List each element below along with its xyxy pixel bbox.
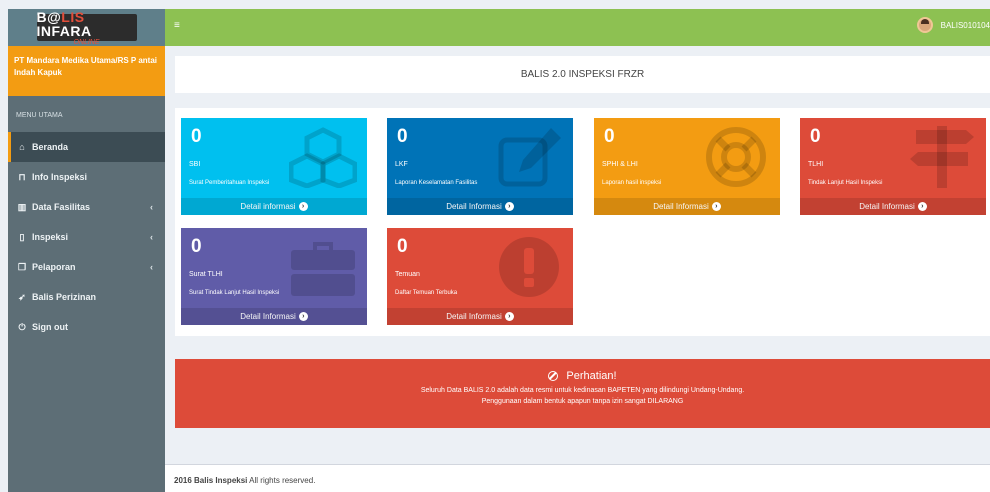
cubes-icon <box>289 127 357 188</box>
bookmark-icon: ⊓ <box>18 171 26 182</box>
card-code: Surat TLHI <box>189 271 223 278</box>
warning-alert: Perhatian! Seluruh Data BALIS 2.0 adalah… <box>175 359 990 428</box>
card-code: LKF <box>395 161 408 168</box>
info-card-sphi-lhi: 0 SPHI & LHI Laporan hasil inspeksi Deta… <box>594 118 780 215</box>
ban-icon <box>548 371 559 381</box>
organization-name: PT Mandara Medika Utama/RS P antai Indah… <box>8 46 165 96</box>
card-description: Surat Tindak Lanjut Hasil Inspeksi <box>189 290 280 296</box>
card-detail-link[interactable]: Detail informasi › <box>181 198 367 215</box>
sidebar-item-inspeksi[interactable]: ▯ Inspeksi ‹ <box>8 222 165 252</box>
card-detail-link[interactable]: Detail Informasi › <box>387 308 573 325</box>
chevron-left-icon: ‹ <box>150 202 153 212</box>
sidebar-item-sign-out[interactable]: ⏻ Sign out <box>8 312 165 342</box>
sidebar-item-label: Pelaporan <box>32 262 76 272</box>
life-ring-icon <box>706 127 766 187</box>
card-count: 0 <box>397 236 408 257</box>
map-icon: ▯ <box>19 231 25 242</box>
logo-subtext: ONLINE <box>73 38 100 46</box>
card-description: Tindak Lanjut Hasil Inspeksi <box>808 180 883 186</box>
arrow-circle-right-icon: › <box>298 312 308 321</box>
power-icon: ⏻ <box>18 321 26 332</box>
menu-toggle-icon[interactable]: ≡ <box>174 20 180 31</box>
footer-rights: All rights reserved. <box>247 476 316 485</box>
arrow-circle-right-icon: › <box>504 202 514 211</box>
alert-message-line-1: Seluruh Data BALIS 2.0 adalah data resmi… <box>420 387 745 394</box>
menu-header: MENU UTAMA <box>16 112 63 119</box>
avatar <box>916 17 933 33</box>
sidebar: B@LIS INFARA ONLINE PT Mandara Medika Ut… <box>8 9 165 492</box>
arrow-circle-right-icon: › <box>298 202 308 211</box>
sidebar-item-data-fasilitas[interactable]: ▥ Data Fasilitas ‹ <box>8 192 165 222</box>
sidebar-item-beranda[interactable]: ⌂ Beranda <box>8 132 165 162</box>
card-description: Laporan Keselamatan Fasilitas <box>395 180 478 186</box>
footer-brand[interactable]: Balis Inspeksi <box>194 476 247 485</box>
card-count: 0 <box>191 126 202 147</box>
signpost-icon <box>910 126 974 188</box>
app-logo[interactable]: B@LIS INFARA ONLINE <box>36 10 137 46</box>
card-link-label: Detail Informasi <box>446 202 502 211</box>
info-card-lkf: 0 LKF Laporan Keselamatan Fasilitas Deta… <box>387 118 573 215</box>
card-count: 0 <box>604 126 615 147</box>
sidebar-item-pelaporan[interactable]: ❐ Pelaporan ‹ <box>8 252 165 282</box>
info-card-sbi: 0 SBI Surat Pemberitahuan Inspeksi Detai… <box>181 118 367 215</box>
sidebar-item-label: Beranda <box>32 142 69 152</box>
card-link-label: Detail informasi <box>240 202 296 211</box>
card-link-label: Detail Informasi <box>653 202 709 211</box>
sidebar-item-label: Data Fasilitas <box>32 202 91 212</box>
arrow-circle-right-icon: › <box>504 312 514 321</box>
card-code: TLHI <box>808 161 824 168</box>
logo-text-c: INFARA <box>36 22 92 39</box>
card-code: SBI <box>189 161 201 168</box>
card-description: Surat Pemberitahuan Inspeksi <box>189 180 270 186</box>
sidebar-item-info-inspeksi[interactable]: ⊓ Info Inspeksi <box>8 162 165 192</box>
top-navbar: ≡ BALIS010104 <box>165 9 990 46</box>
briefcase-icon <box>291 242 355 296</box>
sidebar-item-label: Info Inspeksi <box>32 172 88 182</box>
info-card-surat-tlhi: 0 Surat TLHI Surat Tindak Lanjut Hasil I… <box>181 228 367 325</box>
copy-icon: ❐ <box>17 261 27 272</box>
alert-title-row: Perhatian! <box>175 370 990 382</box>
arrow-circle-right-icon: › <box>711 202 721 211</box>
page-title: BALIS 2.0 INSPEKSI FRZR <box>520 69 645 80</box>
card-link-label: Detail Informasi <box>859 202 915 211</box>
card-code: SPHI & LHI <box>602 161 638 168</box>
card-link-label: Detail Informasi <box>240 312 296 321</box>
sidebar-item-balis-perizinan[interactable]: ➶ Balis Perizinan <box>8 282 165 312</box>
card-count: 0 <box>810 126 821 147</box>
alert-title: Perhatian! <box>566 370 617 382</box>
dashboard-panel: 0 SBI Surat Pemberitahuan Inspeksi Detai… <box>175 108 990 336</box>
page-footer: 2016 Balis Inspeksi All rights reserved. <box>165 464 990 492</box>
card-detail-link[interactable]: Detail Informasi › <box>387 198 573 215</box>
card-detail-link[interactable]: Detail Informasi › <box>800 198 986 215</box>
card-detail-link[interactable]: Detail Informasi › <box>181 308 367 325</box>
home-icon: ⌂ <box>19 142 25 152</box>
card-detail-link[interactable]: Detail Informasi › <box>594 198 780 215</box>
logo-area[interactable]: B@LIS INFARA ONLINE <box>8 9 165 46</box>
info-card-tlhi: 0 TLHI Tindak Lanjut Hasil Inspeksi Deta… <box>800 118 986 215</box>
card-count: 0 <box>397 126 408 147</box>
sidebar-item-label: Balis Perizinan <box>32 292 97 302</box>
main-content: BALIS 2.0 INSPEKSI FRZR 0 SBI Surat Pemb… <box>165 46 990 492</box>
page-title-box: BALIS 2.0 INSPEKSI FRZR <box>175 56 990 93</box>
building-icon: ▥ <box>17 201 27 212</box>
username: BALIS010104 <box>940 20 990 30</box>
sidebar-item-label: Sign out <box>32 322 68 332</box>
card-link-label: Detail Informasi <box>446 312 502 321</box>
info-card-temuan: 0 Temuan Daftar Temuan Terbuka Detail In… <box>387 228 573 325</box>
sidebar-item-label: Inspeksi <box>32 232 69 242</box>
user-menu[interactable]: BALIS010104 <box>916 17 990 33</box>
edit-icon <box>498 128 561 187</box>
card-count: 0 <box>191 236 202 257</box>
arrow-circle-right-icon: › <box>917 202 927 211</box>
chevron-left-icon: ‹ <box>150 262 153 272</box>
card-description: Laporan hasil inspeksi <box>602 180 662 186</box>
send-icon: ➶ <box>18 291 26 302</box>
exclamation-icon <box>499 237 559 297</box>
footer-year: 2016 <box>174 476 192 485</box>
card-code: Temuan <box>395 271 420 278</box>
card-description: Daftar Temuan Terbuka <box>395 290 458 296</box>
alert-message-line-2: Penggunaan dalam bentuk apapun tanpa izi… <box>481 398 684 405</box>
chevron-left-icon: ‹ <box>150 232 153 242</box>
